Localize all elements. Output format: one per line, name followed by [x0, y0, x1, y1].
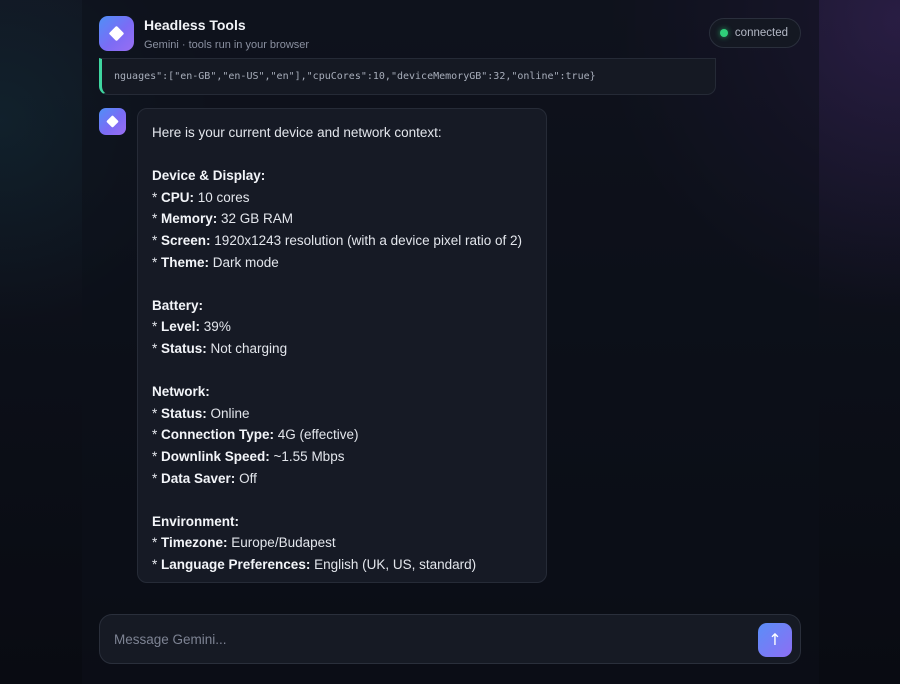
section-device-display: Device & Display: * CPU: 10 cores * Memo… [152, 165, 532, 273]
section-environment: Environment: * Timezone: Europe/Budapest… [152, 511, 532, 576]
section-title: Device & Display: [152, 168, 266, 184]
section-title: Environment: [152, 513, 240, 529]
list-item: * Data Saver: Off [152, 470, 257, 486]
tool-output-block: nguages":["en-GB","en-US","en"],"cpuCore… [99, 58, 716, 95]
list-item: * Level: 39% [152, 319, 231, 335]
list-item: * Downlink Speed: ~1.55 Mbps [152, 448, 345, 464]
section-title: Network: [152, 384, 210, 400]
assistant-message: Here is your current device and network … [137, 108, 547, 583]
list-item: * CPU: 10 cores [152, 189, 250, 205]
section-network: Network: * Status: Online * Connection T… [152, 381, 532, 489]
message-composer: ↑ [99, 614, 801, 664]
connection-status-badge: connected [708, 18, 801, 48]
diamond-icon [108, 25, 125, 42]
assistant-avatar [99, 108, 126, 135]
connection-status-text: connected [734, 27, 788, 39]
list-item: * Screen: 1920x1243 resolution (with a d… [152, 232, 522, 248]
tool-output-json: nguages":["en-GB","en-US","en"],"cpuCore… [114, 71, 596, 82]
list-item: * Connection Type: 4G (effective) [152, 427, 359, 443]
send-button[interactable]: ↑ [758, 623, 792, 657]
list-item: * Timezone: Europe/Budapest [152, 535, 336, 551]
list-item: * Status: Online [152, 405, 250, 421]
list-item: * Theme: Dark mode [152, 254, 279, 270]
list-item: * Language Preferences: English (UK, US,… [152, 556, 477, 572]
arrow-up-icon: ↑ [768, 630, 782, 649]
list-item: * Memory: 32 GB RAM [152, 211, 294, 227]
app-header: Headless Tools Gemini · tools run in you… [99, 16, 801, 52]
status-dot-icon [719, 29, 728, 37]
message-input[interactable] [114, 615, 744, 663]
list-item: * Status: Not charging [152, 340, 288, 356]
message-intro: Here is your current device and network … [152, 125, 442, 140]
diamond-icon [106, 115, 119, 128]
app-logo [99, 16, 134, 51]
message-list[interactable]: nguages":["en-GB","en-US","en"],"cpuCore… [0, 0, 900, 600]
section-title: Battery: [152, 297, 204, 313]
app-subtitle: Gemini · tools run in your browser [144, 39, 310, 51]
app-title: Headless Tools [144, 17, 246, 33]
section-battery: Battery: * Level: 39% * Status: Not char… [152, 295, 532, 360]
